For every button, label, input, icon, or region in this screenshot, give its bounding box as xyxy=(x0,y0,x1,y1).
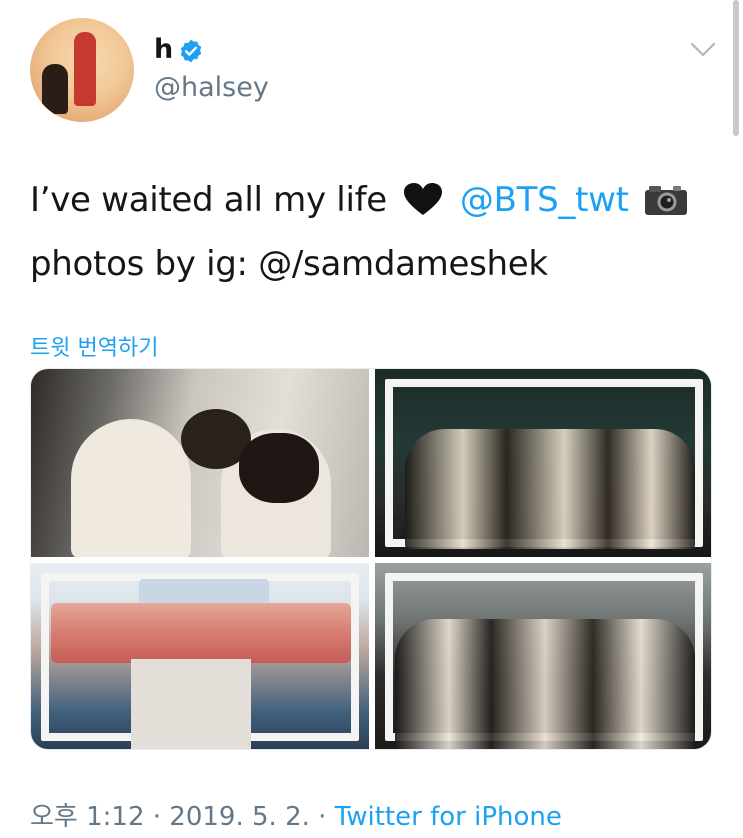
tweet-text-prefix: I’ve waited all my life xyxy=(30,180,387,220)
photo-subject xyxy=(71,419,191,557)
separator: · xyxy=(309,802,335,832)
photo-2[interactable] xyxy=(375,369,711,557)
avatar-figure xyxy=(74,32,96,106)
author-name[interactable]: h xyxy=(154,34,173,65)
tweet-text-line-1: I’ve waited all my life @BTS_twt xyxy=(30,168,720,232)
black-heart-emoji-icon xyxy=(404,183,443,215)
camera-emoji-icon xyxy=(645,186,688,215)
avatar-figure-secondary xyxy=(42,64,68,114)
scrollbar[interactable] xyxy=(733,0,739,136)
photo-1[interactable] xyxy=(31,369,369,557)
tweet-time[interactable]: 오후 1:12 xyxy=(30,802,145,832)
media-grid xyxy=(30,368,712,750)
mention-link[interactable]: @BTS_twt xyxy=(460,180,629,220)
tweet-source-link[interactable]: Twitter for iPhone xyxy=(335,802,562,832)
tweet-metadata: 오후 1:12 · 2019. 5. 2. · Twitter for iPho… xyxy=(30,796,562,833)
photo-booth xyxy=(131,659,251,749)
tweet-text: I’ve waited all my life @BTS_twt photos … xyxy=(30,168,720,296)
tweet-date[interactable]: 2019. 5. 2. xyxy=(169,802,310,832)
photo-roof xyxy=(51,603,351,663)
avatar[interactable] xyxy=(30,18,134,122)
translate-tweet-link[interactable]: 트윗 번역하기 xyxy=(30,330,158,362)
tweet-text-line-2: photos by ig: @/samdameshek xyxy=(30,244,548,284)
separator: · xyxy=(144,802,170,832)
photo-detail xyxy=(239,433,319,503)
photo-group xyxy=(395,619,695,749)
author-handle[interactable]: @halsey xyxy=(154,72,269,103)
photo-4[interactable] xyxy=(375,563,711,749)
photo-3[interactable] xyxy=(31,563,369,749)
tweet-header: h @halsey xyxy=(30,18,730,128)
verified-badge-icon xyxy=(180,39,202,63)
photo-group xyxy=(405,429,695,549)
chevron-down-icon[interactable] xyxy=(690,42,716,58)
